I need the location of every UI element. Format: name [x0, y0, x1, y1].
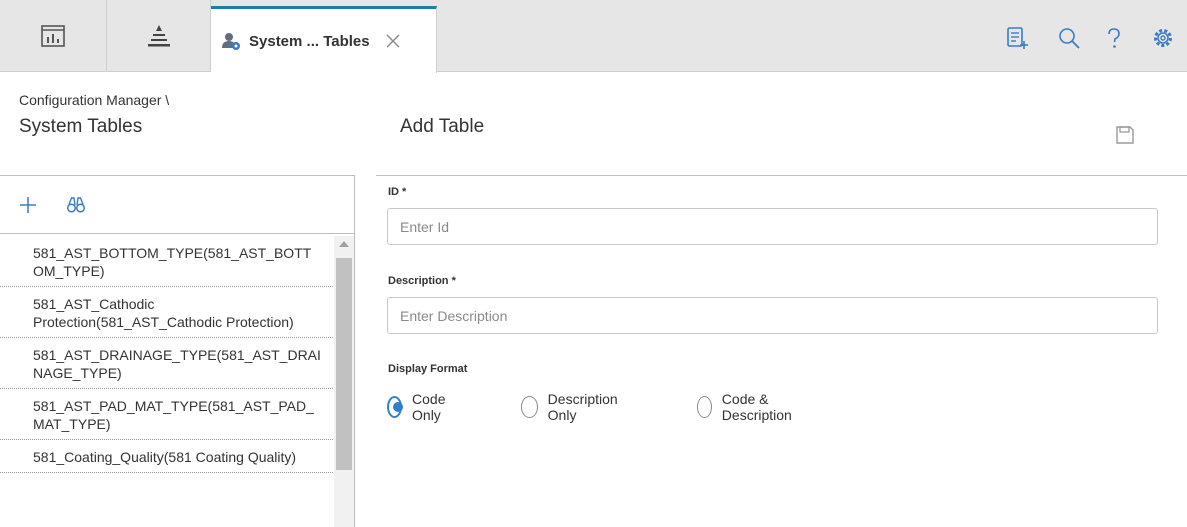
radio-label: Code & Description: [721, 391, 792, 423]
help-icon[interactable]: [1102, 26, 1126, 50]
list-item[interactable]: 581_AST_BOTTOM_TYPE(581_AST_BOTTOM_TYPE): [0, 236, 333, 287]
radio-code-and-description[interactable]: Code & Description: [697, 391, 799, 423]
user-settings-icon: [222, 33, 240, 50]
system-tables-list: 581_AST_BOTTOM_TYPE(581_AST_BOTTOM_TYPE)…: [0, 236, 333, 527]
tab-hierarchy[interactable]: [107, 0, 211, 72]
radio-circle[interactable]: [697, 396, 712, 418]
description-label: Description *: [388, 275, 456, 287]
id-input[interactable]: [387, 208, 1158, 245]
breadcrumb[interactable]: Configuration Manager \: [19, 92, 169, 108]
gear-icon[interactable]: [1151, 26, 1175, 50]
dashboard-icon: [41, 25, 65, 47]
radio-circle-checked[interactable]: [387, 396, 404, 418]
close-icon[interactable]: [383, 31, 403, 51]
form-divider: [376, 175, 1187, 176]
page-title: System Tables: [19, 116, 143, 137]
radio-label: Description Only: [547, 391, 618, 423]
top-tab-bar: System ... Tables: [0, 0, 1187, 73]
tab-system-tables[interactable]: System ... Tables: [211, 6, 437, 73]
radio-circle[interactable]: [521, 396, 538, 418]
system-tables-panel: 581_AST_BOTTOM_TYPE(581_AST_BOTTOM_TYPE)…: [0, 175, 355, 527]
plus-icon[interactable]: [18, 195, 38, 215]
scroll-thumb[interactable]: [336, 258, 352, 470]
list-toolbar: [0, 176, 354, 234]
save-icon[interactable]: [1115, 125, 1135, 145]
tab-dashboard[interactable]: [0, 0, 107, 72]
list-item[interactable]: 581_AST_PAD_MAT_TYPE(581_AST_PAD_MAT_TYP…: [0, 389, 333, 440]
description-input[interactable]: [387, 297, 1158, 334]
list-scrollbar[interactable]: [334, 236, 354, 527]
search-icon[interactable]: [1057, 26, 1081, 50]
scroll-up-arrow-icon[interactable]: [339, 241, 349, 247]
list-item[interactable]: 581_AST_DRAINAGE_TYPE(581_AST_DRAINAGE_T…: [0, 338, 333, 389]
tab-title: System ... Tables: [249, 32, 370, 50]
radio-code-only[interactable]: Code Only: [387, 391, 452, 423]
list-item[interactable]: 581_Coating_Quality(581 Coating Quality): [0, 440, 333, 473]
binoculars-icon[interactable]: [66, 195, 86, 215]
radio-description-only[interactable]: Description Only: [521, 391, 623, 423]
form-title: Add Table: [400, 116, 485, 137]
id-label: ID *: [388, 186, 407, 198]
hierarchy-icon: [147, 25, 170, 47]
list-item[interactable]: 581_AST_Cathodic Protection(581_AST_Cath…: [0, 287, 333, 338]
add-note-icon[interactable]: [1005, 26, 1029, 50]
display-format-label: Display Format: [388, 363, 468, 375]
radio-label: Code Only: [412, 391, 446, 423]
